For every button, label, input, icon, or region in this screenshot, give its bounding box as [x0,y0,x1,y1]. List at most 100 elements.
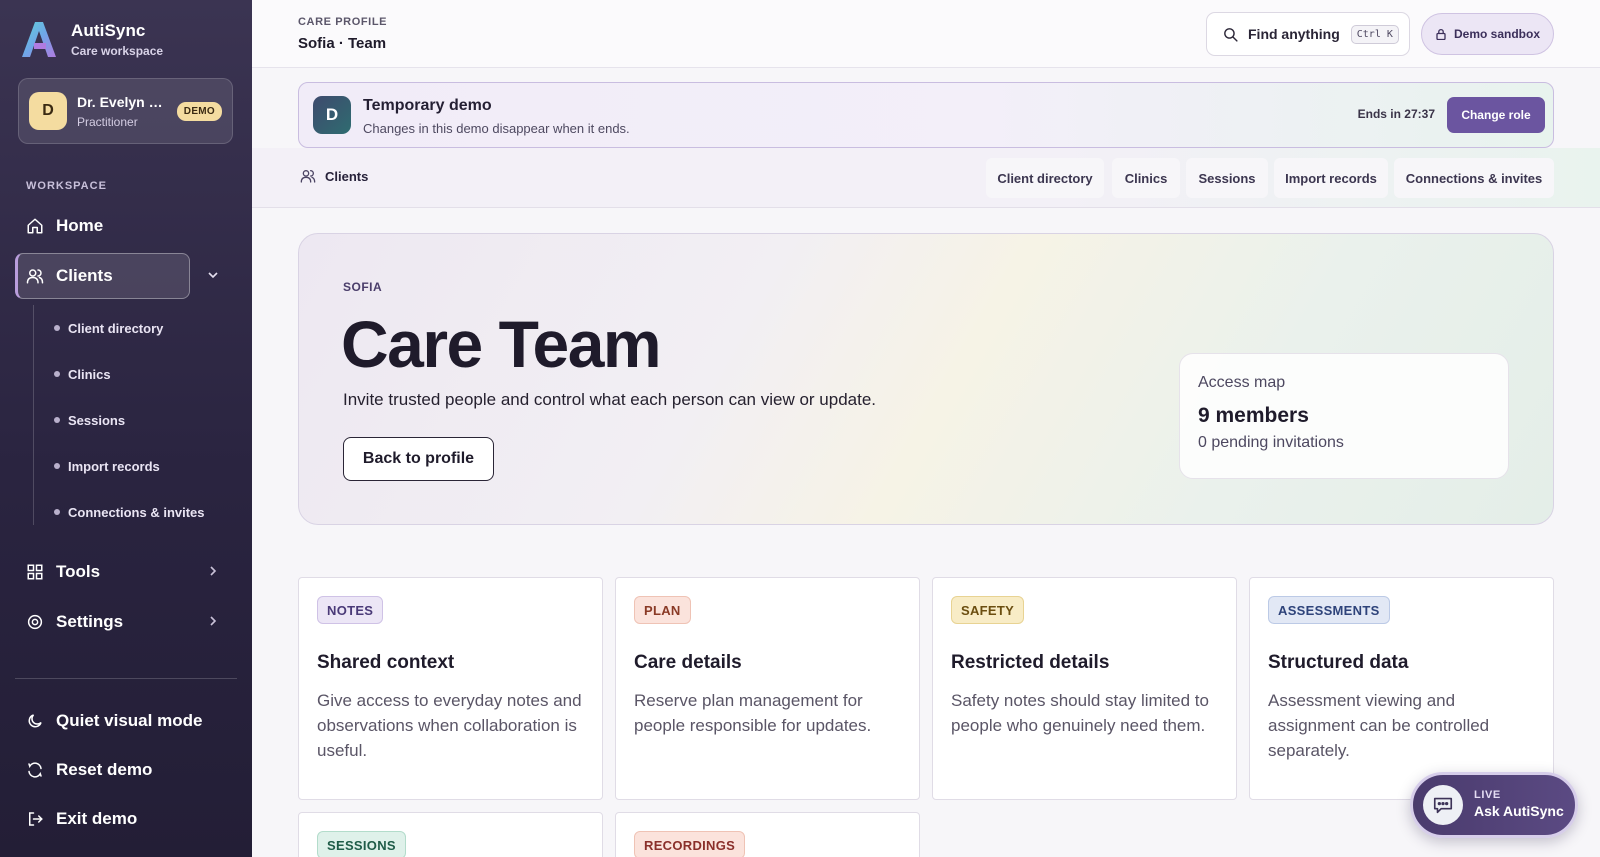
demo-banner-title: Temporary demo [363,97,492,114]
refresh-icon [26,761,44,779]
permission-card-sessions: SESSIONS [298,812,603,857]
card-title: Restricted details [951,652,1110,673]
ask-autisync-button[interactable]: LIVE Ask AutiSync [1410,772,1578,838]
card-title: Care details [634,652,742,673]
demo-badge: DEMO [176,101,222,121]
sidebar-item-tools[interactable]: Tools [15,550,237,594]
user-name: Dr. Evelyn Carter [77,93,169,110]
demo-icon: D [313,96,351,134]
keyboard-shortcut: Ctrl K [1350,24,1399,44]
sidebar-subitem-label: Client directory [68,320,164,336]
card-title: Shared context [317,652,455,673]
sidebar-item-label: Clients [56,266,113,285]
reset-demo-button[interactable]: Reset demo [15,748,237,792]
brand-name: AutiSync [71,20,146,40]
breadcrumb-label: CARE PROFILE [298,16,388,28]
live-label: LIVE [1474,789,1501,801]
permission-card-recordings: RECORDINGS [615,812,920,857]
user-card[interactable]: D Dr. Evelyn Carter Practitioner DEMO [18,78,233,144]
bullet-icon [54,417,60,423]
user-role: Practitioner [77,114,138,129]
sidebar-subitem-label: Clinics [68,366,111,382]
tab-clinics[interactable]: Clinics [1112,158,1180,198]
bullet-icon [54,371,60,377]
permission-card-notes: NOTES Shared context Give access to ever… [298,577,603,800]
category-tag: SAFETY [951,596,1025,624]
demo-banner: D Temporary demo Changes in this demo di… [298,82,1554,148]
subnav-section-label: Clients [325,168,369,184]
demo-banner-subtitle: Changes in this demo disappear when it e… [363,121,630,136]
permission-card-plan: PLAN Care details Reserve plan managemen… [615,577,920,800]
brand-subtitle: Care workspace [71,43,164,58]
demo-sandbox-label: Demo sandbox [1453,27,1540,41]
sidebar-subitem-clinics[interactable]: Clinics [54,364,111,384]
search-icon [1224,27,1238,42]
card-description: Safety notes should stay limited to peop… [951,691,1209,735]
gear-icon [26,613,44,631]
category-tag: SESSIONS [317,831,406,857]
pending-invitations: 0 pending invitations [1198,434,1344,451]
member-count: 9 members [1198,404,1309,427]
category-tag: NOTES [317,596,384,624]
sidebar-subitem-label: Import records [68,458,160,474]
tab-sessions[interactable]: Sessions [1186,158,1268,198]
demo-sandbox-button[interactable]: Demo sandbox [1421,13,1554,55]
submenu-guide-line [33,305,34,525]
category-tag: PLAN [634,596,691,624]
bullet-icon [54,325,60,331]
permission-card-safety: SAFETY Restricted details Safety notes s… [932,577,1237,800]
subnav-section: Clients [300,168,368,184]
demo-countdown: Ends in 27:37 [1357,107,1435,121]
tab-import-records[interactable]: Import records [1274,158,1388,198]
permission-card-assessments: ASSESSMENTS Structured data Assessment v… [1249,577,1554,800]
category-tag: RECORDINGS [634,831,746,857]
sidebar-item-label: Settings [56,612,124,631]
brand[interactable]: AutiSync Care workspace [20,20,163,58]
exit-icon [26,810,44,828]
card-description: Reserve plan management for people respo… [634,691,872,735]
moon-icon [26,712,44,730]
grid-icon [26,563,44,581]
sidebar-subitem-connections-invites[interactable]: Connections & invites [54,502,205,522]
top-bar: CARE PROFILE Sofia · Team Find anything … [252,0,1600,68]
hero-title: Care Team [341,307,662,381]
hero-description: Invite trusted people and control what e… [343,390,877,409]
lock-icon [1436,28,1446,40]
sidebar-subitem-import-records[interactable]: Import records [54,456,160,476]
page-title: Sofia · Team [298,35,387,52]
search-label: Find anything [1248,26,1340,42]
card-description: Give access to everyday notes and observ… [317,691,582,760]
tab-client-directory[interactable]: Client directory [986,158,1104,198]
access-map-card: Access map 9 members 0 pending invitatio… [1179,353,1509,479]
chevron-down-icon[interactable] [207,269,219,281]
search-button[interactable]: Find anything Ctrl K [1206,12,1410,56]
sidebar-item-settings[interactable]: Settings [15,600,237,644]
tab-connections-invites[interactable]: Connections & invites [1394,158,1554,198]
chat-icon [1423,785,1463,825]
back-to-profile-button[interactable]: Back to profile [343,437,494,481]
care-team-hero: SOFIA Care Team Invite trusted people an… [298,233,1554,525]
sidebar-item-label: Exit demo [56,809,138,828]
users-icon [300,170,316,183]
bullet-icon [54,509,60,515]
quiet-visual-mode-button[interactable]: Quiet visual mode [15,699,237,743]
sidebar-subitem-sessions[interactable]: Sessions [54,410,125,430]
sidebar-item-clients[interactable]: Clients [15,254,237,298]
sidebar-subitem-client-directory[interactable]: Client directory [54,318,163,338]
ask-autisync-label: Ask AutiSync [1474,803,1564,819]
autisync-logo-icon [22,22,56,57]
sidebar-subitem-label: Sessions [68,412,126,428]
bullet-icon [54,463,60,469]
sidebar-subitem-label: Connections & invites [68,504,205,520]
category-tag: ASSESSMENTS [1268,596,1390,624]
avatar: D [29,92,67,130]
card-description: Assessment viewing and assignment can be… [1268,691,1490,760]
sidebar-item-label: Tools [56,562,101,581]
sidebar-item-label: Quiet visual mode [56,711,203,730]
access-map-label: Access map [1198,374,1286,391]
client-name-eyebrow: SOFIA [343,280,383,294]
sidebar: AutiSync Care workspace D Dr. Evelyn Car… [0,0,252,857]
change-role-button[interactable]: Change role [1447,97,1545,133]
exit-demo-button[interactable]: Exit demo [15,797,237,841]
sidebar-item-home[interactable]: Home [15,204,237,248]
